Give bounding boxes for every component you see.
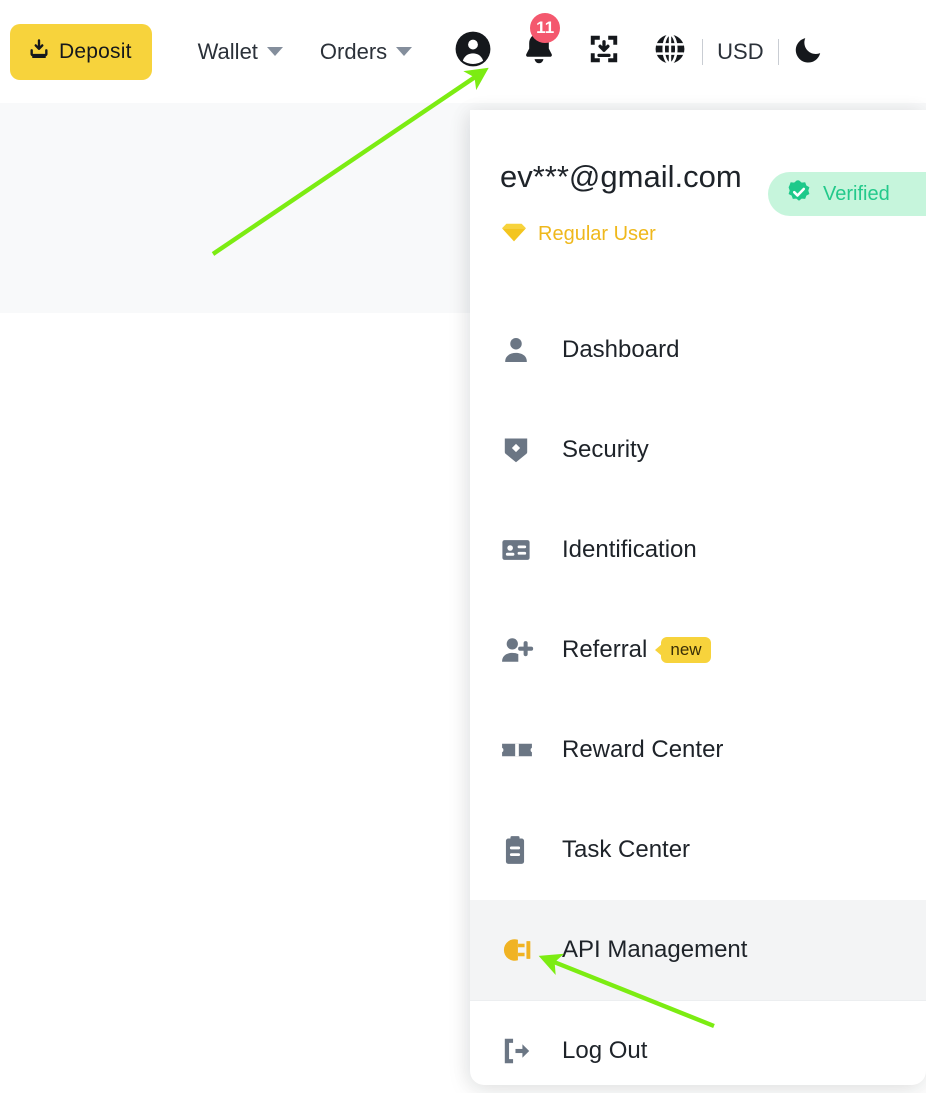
menu-item-log-out[interactable]: Log Out xyxy=(470,1000,926,1085)
account-menu-list: Dashboard Security Identification Referr… xyxy=(470,300,926,1085)
person-icon xyxy=(500,334,540,366)
menu-item-task-center[interactable]: Task Center xyxy=(470,800,926,900)
menu-item-dashboard[interactable]: Dashboard xyxy=(470,300,926,400)
account-icon-button[interactable] xyxy=(454,30,492,73)
user-tier-label: Regular User xyxy=(538,222,656,245)
menu-item-security-label: Security xyxy=(562,436,649,464)
menu-item-api-management[interactable]: API Management xyxy=(470,900,926,1001)
header-divider xyxy=(702,38,704,65)
menu-item-identification-label: Identification xyxy=(562,536,697,564)
gem-icon xyxy=(500,221,528,248)
moon-icon xyxy=(793,33,825,70)
person-add-icon xyxy=(500,634,540,666)
deposit-button-label: Deposit xyxy=(59,39,132,63)
status-badge-label: Verified xyxy=(823,182,890,205)
menu-item-referral[interactable]: Referral new xyxy=(470,600,926,700)
nav-item-wallet[interactable]: Wallet xyxy=(198,39,283,65)
currency-selector[interactable]: USD xyxy=(717,39,763,65)
shield-icon xyxy=(500,434,540,466)
globe-icon xyxy=(652,31,688,72)
menu-item-identification[interactable]: Identification xyxy=(470,500,926,600)
download-app-icon xyxy=(586,31,622,72)
nav-item-orders-label: Orders xyxy=(319,38,388,64)
menu-item-security[interactable]: Security xyxy=(470,400,926,500)
deposit-button[interactable]: Deposit xyxy=(10,23,152,80)
chevron-down-icon xyxy=(396,47,413,56)
referral-new-badge: new xyxy=(661,637,711,664)
language-button[interactable] xyxy=(652,31,688,72)
plug-icon xyxy=(500,934,540,966)
notifications-button[interactable]: 11 xyxy=(520,13,561,73)
menu-item-dashboard-label: Dashboard xyxy=(562,336,680,364)
account-summary: ev***@gmail.com Regular User Verified xyxy=(470,110,926,256)
ticket-icon xyxy=(500,734,540,766)
chevron-down-icon xyxy=(266,47,283,56)
header-divider xyxy=(777,38,779,65)
download-app-button[interactable] xyxy=(586,31,622,72)
notification-count-badge: 11 xyxy=(530,13,561,43)
account-meta-row: Regular User xyxy=(500,212,926,256)
logout-icon xyxy=(500,1035,540,1067)
download-icon xyxy=(28,38,50,66)
clipboard-icon xyxy=(500,834,540,866)
verified-check-icon xyxy=(786,179,812,210)
nav-item-orders[interactable]: Orders xyxy=(319,38,413,65)
menu-item-log-out-label: Log Out xyxy=(562,1036,648,1064)
menu-item-reward-center[interactable]: Reward Center xyxy=(470,700,926,800)
nav-item-wallet-label: Wallet xyxy=(197,38,258,64)
menu-item-task-center-label: Task Center xyxy=(562,836,691,864)
menu-item-api-management-label: API Management xyxy=(562,936,748,964)
top-header: Deposit Wallet Orders 11 USD xyxy=(0,0,926,103)
user-tier: Regular User xyxy=(500,221,656,248)
account-circle-icon xyxy=(454,30,492,73)
status-badge-verified: Verified xyxy=(768,172,926,216)
menu-item-reward-center-label: Reward Center xyxy=(562,736,724,764)
id-card-icon xyxy=(500,534,540,566)
account-dropdown-panel: ev***@gmail.com Regular User Verified Da… xyxy=(470,110,926,1085)
theme-toggle-button[interactable] xyxy=(793,33,825,70)
menu-item-referral-label: Referral xyxy=(562,636,648,664)
